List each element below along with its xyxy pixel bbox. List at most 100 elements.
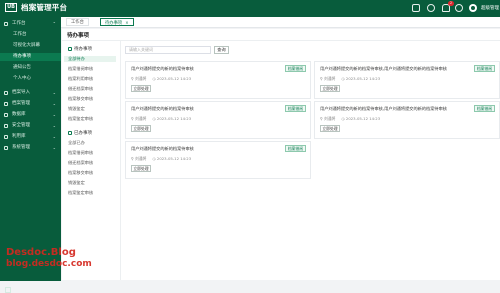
folder-icon	[68, 46, 72, 51]
tab-todo[interactable]: 待办事项 ×	[100, 18, 134, 26]
message-icon[interactable]	[427, 4, 435, 12]
todo-category-all[interactable]: 全部待办	[64, 56, 116, 62]
sidebar-item-label: 可视化大屏幕	[13, 43, 40, 48]
group-label: 待办事项	[74, 47, 92, 52]
sidebar-group-workbench[interactable]: 工作台 ⌃	[0, 20, 61, 28]
watermark-url: blog.desdoc.com	[6, 259, 92, 269]
todo-card: 用户刘通将提交的新的档案待审核 档案借阅 ⚲ 刘通将 ◷ 2023-05-12 1…	[125, 61, 311, 99]
process-button[interactable]: 立即处理	[320, 85, 340, 92]
search-button[interactable]: 查询	[214, 46, 229, 54]
sidebar-item-profile[interactable]: 个人中心	[0, 75, 61, 83]
card-title: 用户刘通将提交的新的档案待审核	[131, 66, 194, 71]
done-category[interactable]: 借还档案审核	[68, 160, 116, 166]
sidebar-item-label: 系统管理	[12, 145, 30, 150]
card-meta: ⚲ 刘通将 ◷ 2023-05-12 14:23	[131, 116, 192, 121]
card-title: 用户刘通将提交的新的档案待审核,用户刘通将提交的新的档案待审核	[320, 106, 447, 111]
card-meta: ⚲ 刘通将 ◷ 2023-05-12 14:23	[131, 76, 192, 81]
main-content: 待办事项 待办事项 全部待办 档案借阅审核 档案利用审核 借还档案审核 档案移交…	[61, 28, 500, 281]
archive-icon	[4, 102, 8, 106]
chevron-up-icon: ⌃	[52, 21, 56, 26]
todo-category[interactable]: 借还档案审核	[68, 86, 116, 92]
sidebar-group-system[interactable]: 系统管理 ⌄	[0, 144, 61, 152]
status-badge: 档案借阅	[284, 105, 306, 112]
card-time: 2023-05-12 14:23	[345, 76, 381, 81]
logo[interactable]: UB 档案管理平台	[5, 2, 67, 13]
todo-category[interactable]: 档案移交审核	[68, 96, 116, 102]
status-badge: 档案借阅	[473, 105, 495, 112]
import-icon	[4, 91, 8, 95]
collapse-sidebar-icon[interactable]	[5, 287, 11, 293]
card-meta: ⚲ 刘通将 ◷ 2023-05-12 14:23	[131, 156, 192, 161]
todo-card: 用户刘通将提交的新的档案待审核 档案借阅 ⚲ 刘通将 ◷ 2023-05-12 1…	[125, 141, 311, 179]
sidebar-item-label: 通知公告	[13, 65, 31, 70]
folder-icon	[68, 130, 72, 135]
avatar[interactable]	[469, 4, 477, 12]
group-label: 已办事项	[74, 131, 92, 136]
todo-card: 用户刘通将提交的新的档案待审核,用户刘通将提交的新的档案待审核 档案借阅 ⚲ 刘…	[314, 61, 500, 99]
todo-group-title: 待办事项	[68, 46, 92, 52]
status-badge: 档案借阅	[284, 145, 306, 152]
done-category[interactable]: 销毁鉴定	[68, 180, 116, 186]
card-title: 用户刘通将提交的新的档案待审核,用户刘通将提交的新的档案待审核	[320, 66, 447, 71]
process-button[interactable]: 立即处理	[131, 165, 151, 172]
done-category[interactable]: 档案鉴定审核	[68, 190, 116, 196]
card-time: 2023-05-12 14:23	[156, 116, 192, 121]
sidebar-group-archive[interactable]: 档案管理 ⌄	[0, 100, 61, 108]
desktop-icon	[4, 22, 8, 26]
process-button[interactable]: 立即处理	[131, 85, 151, 92]
sidebar-group-security[interactable]: 安全管理 ⌄	[0, 122, 61, 130]
tab-label: 工作台	[71, 20, 84, 25]
search-input[interactable]: 请输入关键词	[125, 46, 211, 54]
gear-icon	[4, 146, 8, 150]
card-user: 刘通将	[135, 116, 147, 121]
done-category[interactable]: 档案借阅审核	[68, 150, 116, 156]
tab-workbench[interactable]: 工作台	[66, 18, 89, 26]
todo-panel: 待办事项 待办事项 全部待办 档案借阅审核 档案利用审核 借还档案审核 档案移交…	[62, 29, 500, 280]
chevron-down-icon: ⌄	[52, 123, 56, 128]
bell-icon[interactable]: 2	[442, 1, 454, 12]
sidebar-item-dashboard[interactable]: 可视化大屏幕	[0, 42, 61, 50]
done-category-all[interactable]: 全部已办	[68, 140, 116, 146]
sidebar-group-library[interactable]: 利用库 ⌄	[0, 133, 61, 141]
process-button[interactable]: 立即处理	[131, 125, 151, 132]
top-header: UB 档案管理平台 2 超级管理	[0, 0, 500, 17]
done-category[interactable]: 档案移交审核	[68, 170, 116, 176]
sidebar-item-label: 安全管理	[12, 123, 30, 128]
sidebar-item-label: 档案管理	[12, 101, 30, 106]
divider	[62, 40, 500, 41]
username[interactable]: 超级管理	[481, 5, 499, 11]
todo-category[interactable]: 销毁鉴定	[68, 106, 116, 112]
todo-category[interactable]: 档案鉴定审核	[68, 116, 116, 122]
sidebar-item-workbench[interactable]: 工作台	[0, 31, 61, 39]
watermark-title: Desdoc.Blog	[6, 247, 76, 258]
sidebar-item-notices[interactable]: 通知公告	[0, 64, 61, 72]
settings-icon[interactable]	[455, 4, 463, 12]
chevron-down-icon: ⌄	[52, 145, 56, 150]
todo-category[interactable]: 档案借阅审核	[68, 66, 116, 72]
chevron-down-icon: ⌄	[52, 134, 56, 139]
card-meta: ⚲ 刘通将 ◷ 2023-05-12 14:23	[320, 116, 381, 121]
sidebar: 工作台 ⌃ 工作台 可视化大屏幕 待办事项 通知公告 个人中心 档案导入 ⌄ 档…	[0, 17, 61, 293]
divider	[120, 41, 121, 280]
card-user: 刘通将	[135, 76, 147, 81]
card-time: 2023-05-12 14:23	[156, 156, 192, 161]
todo-category[interactable]: 档案利用审核	[68, 76, 116, 82]
close-icon[interactable]: ×	[125, 20, 128, 25]
process-button[interactable]: 立即处理	[320, 125, 340, 132]
sidebar-item-todo[interactable]: 待办事项	[0, 53, 61, 61]
tab-bar: 工作台 待办事项 ×	[61, 17, 500, 28]
done-group-title: 已办事项	[68, 130, 92, 136]
card-title: 用户刘通将提交的新的档案待审核	[131, 146, 194, 151]
sidebar-group-database[interactable]: 数据库 ⌄	[0, 111, 61, 119]
todo-card: 用户刘通将提交的新的档案待审核,用户刘通将提交的新的档案待审核 档案借阅 ⚲ 刘…	[314, 101, 500, 139]
card-user: 刘通将	[135, 156, 147, 161]
database-icon	[4, 113, 8, 117]
todo-card: 用户刘通将提交的新的档案待审核 档案借阅 ⚲ 刘通将 ◷ 2023-05-12 1…	[125, 101, 311, 139]
page-title: 待办事项	[67, 33, 90, 39]
card-meta: ⚲ 刘通将 ◷ 2023-05-12 14:23	[320, 76, 381, 81]
sidebar-item-label: 工作台	[13, 32, 27, 37]
card-user: 刘通将	[324, 116, 336, 121]
sidebar-item-label: 数据库	[12, 112, 26, 117]
sidebar-group-import[interactable]: 档案导入 ⌄	[0, 89, 61, 97]
grid-icon[interactable]	[412, 4, 420, 12]
